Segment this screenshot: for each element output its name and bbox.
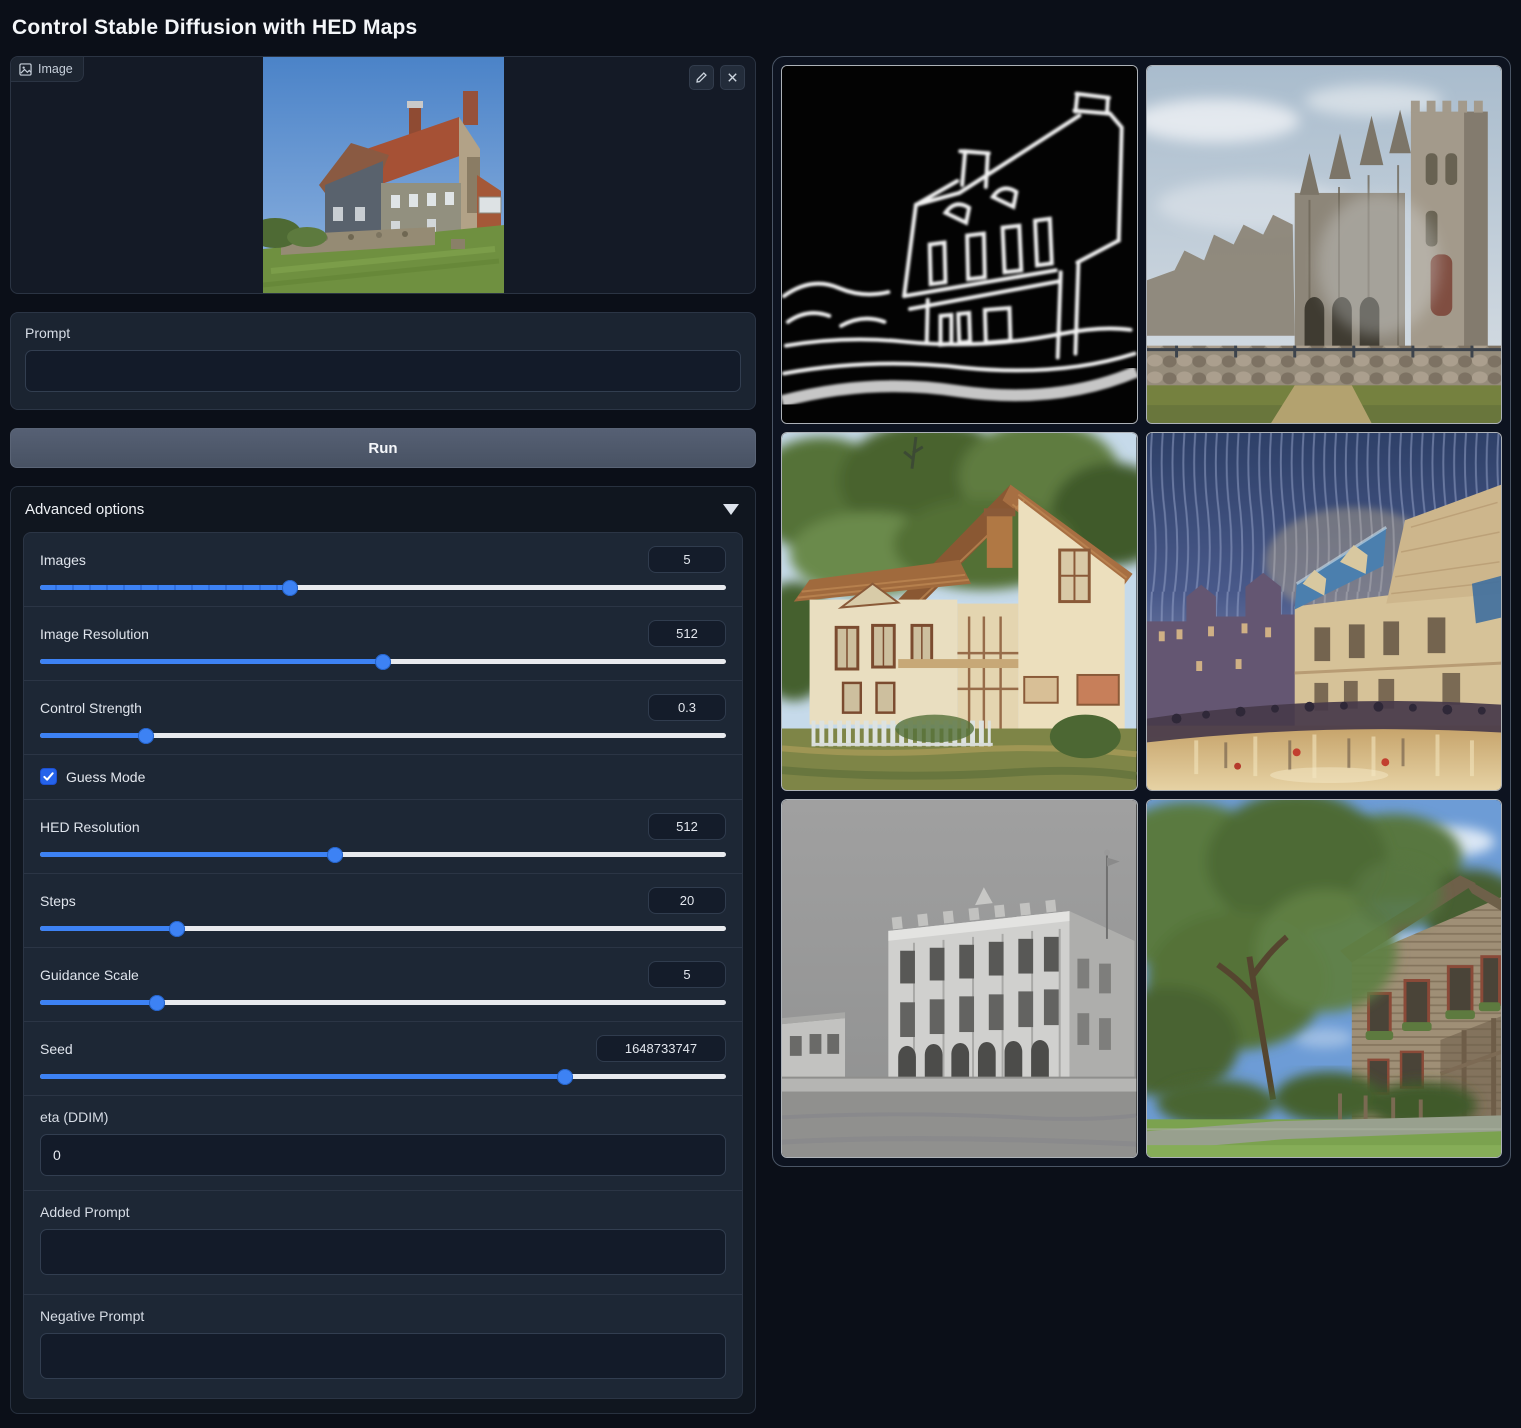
steps-slider-handle[interactable] xyxy=(169,921,185,937)
hed-resolution-label: HED Resolution xyxy=(40,819,140,835)
negative-prompt-label: Negative Prompt xyxy=(40,1308,726,1324)
seed-slider[interactable] xyxy=(40,1074,726,1079)
eta-label: eta (DDIM) xyxy=(40,1109,726,1125)
gallery-image-cream-cottage[interactable] xyxy=(781,432,1138,791)
left-column: Image xyxy=(10,56,756,1414)
image-resolution-slider-row: Image Resolution xyxy=(24,606,742,680)
guidance-scale-slider-row: Guidance Scale xyxy=(24,947,742,1021)
result-gallery xyxy=(772,56,1511,1167)
edit-image-button[interactable] xyxy=(689,65,714,90)
images-value-input[interactable] xyxy=(648,546,726,573)
added-prompt-label: Added Prompt xyxy=(40,1204,726,1220)
added-prompt-input[interactable] xyxy=(40,1229,726,1275)
advanced-options-accordion: Advanced options Images Image Resolution xyxy=(10,486,756,1414)
close-icon xyxy=(726,71,739,84)
hed-resolution-slider-row: HED Resolution xyxy=(24,799,742,873)
prompt-block: Prompt xyxy=(10,312,756,410)
checkmark-icon xyxy=(43,771,54,782)
guess-mode-label: Guess Mode xyxy=(66,769,145,785)
eta-input[interactable] xyxy=(40,1134,726,1176)
run-button[interactable]: Run xyxy=(10,428,756,468)
seed-label: Seed xyxy=(40,1041,73,1057)
hed-resolution-slider[interactable] xyxy=(40,852,726,857)
right-column xyxy=(772,56,1511,1167)
clear-image-button[interactable] xyxy=(720,65,745,90)
image-resolution-slider[interactable] xyxy=(40,659,726,664)
guidance-scale-slider[interactable] xyxy=(40,1000,726,1005)
steps-label: Steps xyxy=(40,893,76,909)
guidance-scale-slider-handle[interactable] xyxy=(149,995,165,1011)
images-label: Images xyxy=(40,552,86,568)
main-layout: Image xyxy=(10,56,1511,1414)
image-icon xyxy=(19,63,32,76)
advanced-options-title: Advanced options xyxy=(25,501,144,518)
prompt-input[interactable] xyxy=(25,350,741,392)
control-strength-slider-row: Control Strength xyxy=(24,680,742,754)
eta-row: eta (DDIM) xyxy=(24,1095,742,1190)
guidance-scale-value-input[interactable] xyxy=(648,961,726,988)
images-slider-handle[interactable] xyxy=(282,580,298,596)
seed-slider-row: Seed xyxy=(24,1021,742,1095)
images-slider[interactable] xyxy=(40,585,726,590)
guess-mode-checkbox[interactable] xyxy=(40,768,57,785)
images-slider-row: Images xyxy=(24,533,742,606)
negative-prompt-input[interactable] xyxy=(40,1333,726,1379)
steps-value-input[interactable] xyxy=(648,887,726,914)
hed-resolution-slider-handle[interactable] xyxy=(327,847,343,863)
seed-slider-handle[interactable] xyxy=(557,1069,573,1085)
hed-resolution-value-input[interactable] xyxy=(648,813,726,840)
guess-mode-row: Guess Mode xyxy=(24,754,742,799)
control-strength-slider-handle[interactable] xyxy=(138,728,154,744)
image-component-badge: Image xyxy=(11,57,84,82)
gallery-image-rustic-farmhouse[interactable] xyxy=(1146,799,1503,1158)
advanced-options-header[interactable]: Advanced options xyxy=(11,487,755,530)
negative-prompt-row: Negative Prompt xyxy=(24,1294,742,1398)
guidance-scale-label: Guidance Scale xyxy=(40,967,139,983)
uploaded-image xyxy=(263,57,504,293)
prompt-label: Prompt xyxy=(25,325,741,341)
image-resolution-slider-handle[interactable] xyxy=(375,654,391,670)
image-resolution-value-input[interactable] xyxy=(648,620,726,647)
collapse-triangle-icon xyxy=(723,504,739,515)
image-panel-actions xyxy=(689,65,745,90)
seed-value-input[interactable] xyxy=(596,1035,726,1062)
page-title: Control Stable Diffusion with HED Maps xyxy=(12,16,1511,40)
image-component-label: Image xyxy=(38,62,73,76)
added-prompt-row: Added Prompt xyxy=(24,1190,742,1294)
image-upload-panel[interactable]: Image xyxy=(10,56,756,294)
control-strength-value-input[interactable] xyxy=(648,694,726,721)
control-strength-slider[interactable] xyxy=(40,733,726,738)
steps-slider-row: Steps xyxy=(24,873,742,947)
steps-slider[interactable] xyxy=(40,926,726,931)
pencil-icon xyxy=(695,71,708,84)
gallery-image-castle[interactable] xyxy=(1146,65,1503,424)
control-strength-label: Control Strength xyxy=(40,700,142,716)
gallery-image-impressionist[interactable] xyxy=(1146,432,1503,791)
image-resolution-label: Image Resolution xyxy=(40,626,149,642)
gallery-image-grayscale-building[interactable] xyxy=(781,799,1138,1158)
advanced-options-form: Images Image Resolution xyxy=(23,532,743,1399)
gallery-image-hed-map[interactable] xyxy=(781,65,1138,424)
